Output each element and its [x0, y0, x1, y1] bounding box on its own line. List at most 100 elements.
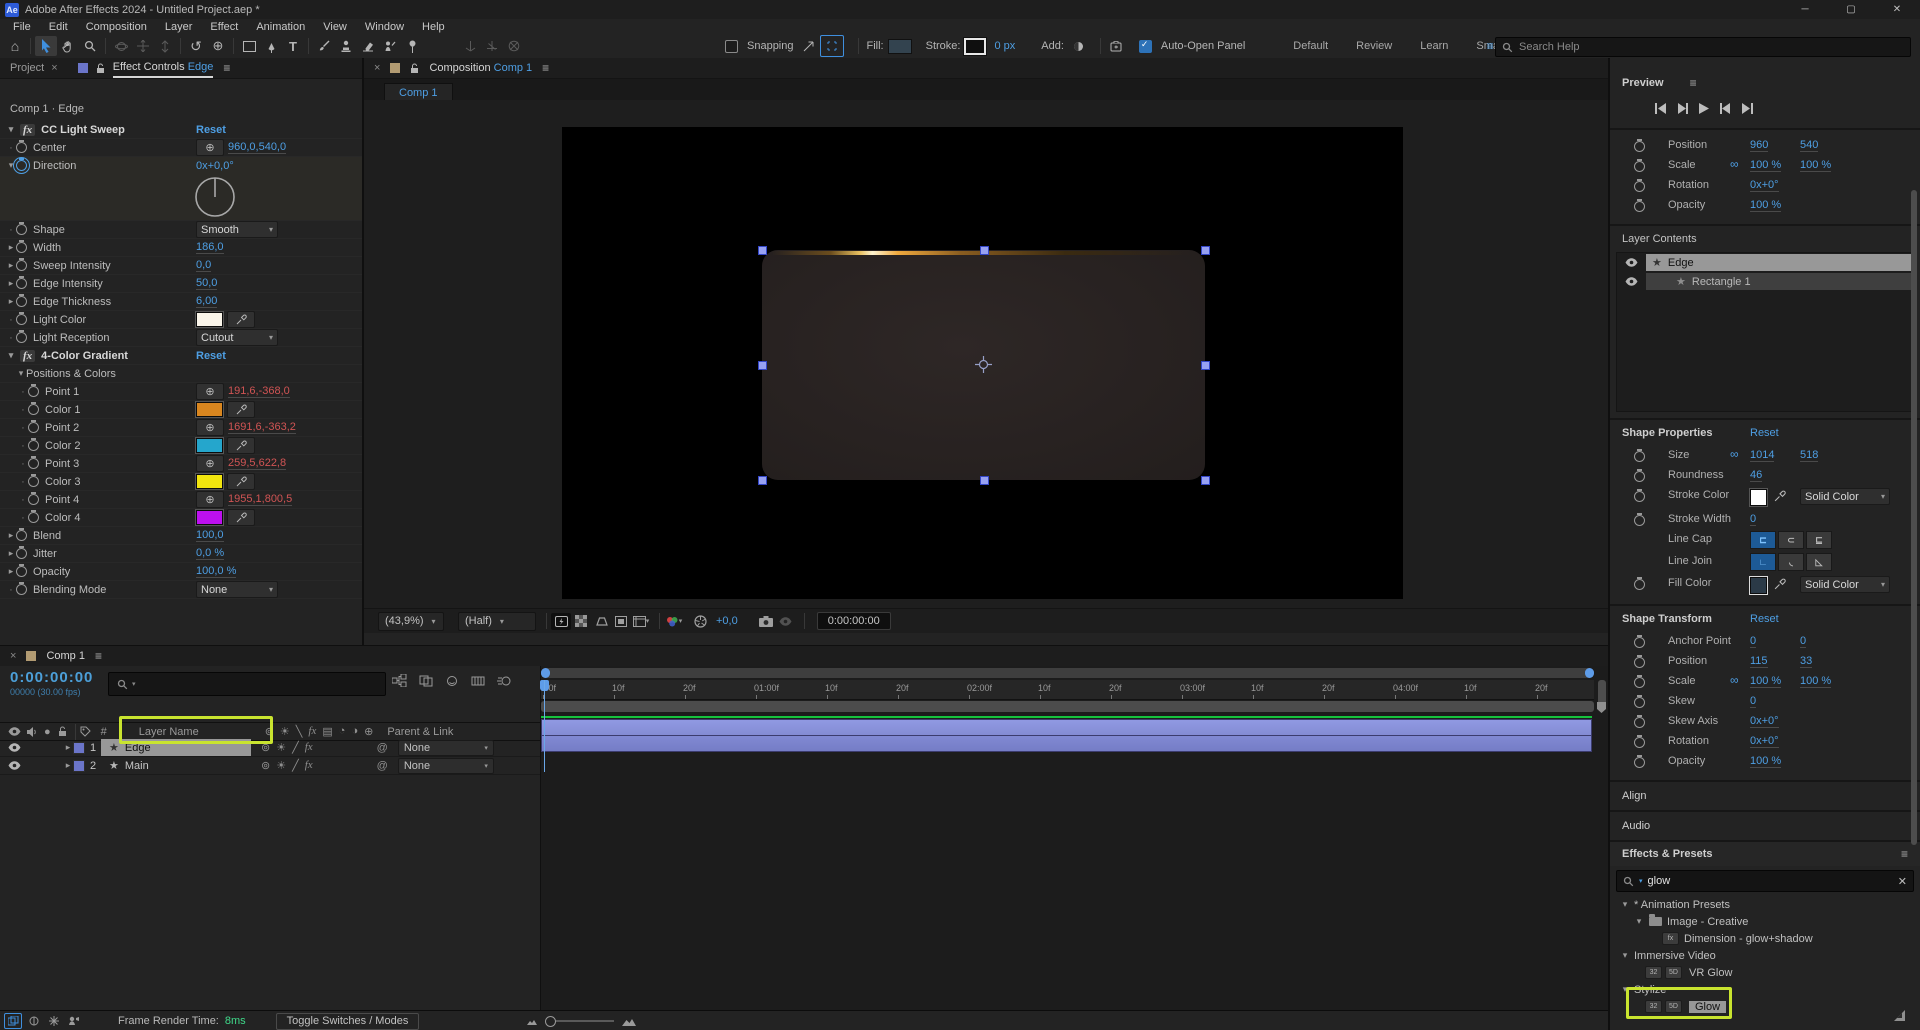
stopwatch-icon[interactable]: [28, 402, 39, 415]
shape-dropdown[interactable]: Smooth ▾: [196, 221, 278, 238]
rotation-value[interactable]: 0x+0°: [1750, 735, 1779, 748]
quality-switch-icon[interactable]: ╲: [296, 725, 303, 738]
stopwatch-icon[interactable]: [1634, 469, 1645, 482]
menu-item[interactable]: Effect: [201, 21, 247, 33]
link-icon[interactable]: ∞: [1730, 674, 1739, 686]
panel-menu-icon[interactable]: ≡: [1690, 76, 1697, 90]
timeline-search-input[interactable]: ▾: [108, 672, 386, 696]
quality-icon[interactable]: ╱: [292, 759, 299, 772]
effects-switch-icon[interactable]: fx: [308, 725, 316, 738]
collapse-icon[interactable]: ☀: [276, 759, 286, 772]
layer-contents-edge[interactable]: ★ Edge: [1646, 254, 1913, 271]
twirl-icon[interactable]: ▾: [1634, 916, 1644, 927]
twirl-icon[interactable]: ▸: [63, 760, 73, 771]
effects-icon[interactable]: fx: [305, 759, 313, 772]
pick-whip-icon[interactable]: @: [377, 742, 388, 754]
twirl-icon[interactable]: ▾: [6, 350, 16, 361]
fx-icon[interactable]: fx: [20, 123, 36, 136]
next-frame-icon[interactable]: [1719, 102, 1731, 114]
size-h-value[interactable]: 518: [1800, 449, 1819, 462]
light-reception-dropdown[interactable]: Cutout ▾: [196, 329, 278, 346]
twirl-icon[interactable]: ▸: [6, 548, 16, 559]
collapse-icon[interactable]: ☀: [276, 741, 286, 754]
rotation-tool-icon[interactable]: ↺: [185, 36, 207, 56]
twirl-icon[interactable]: ▸: [6, 566, 16, 577]
glow-effect-selected[interactable]: Glow: [1689, 1000, 1727, 1013]
jitter-value[interactable]: 0,0 %: [196, 547, 225, 560]
unlock-icon[interactable]: [410, 63, 419, 74]
threed-switch-icon[interactable]: ⊕: [364, 725, 373, 738]
add-options-icon[interactable]: [1068, 36, 1090, 56]
channel-views-icon[interactable]: ▾: [664, 613, 684, 630]
time-navigator[interactable]: [541, 668, 1594, 678]
eyedropper-icon[interactable]: [227, 509, 255, 526]
stopwatch-icon[interactable]: [16, 528, 27, 541]
eye-icon[interactable]: [1625, 277, 1638, 286]
zoom-out-mountain-icon[interactable]: [527, 1018, 538, 1025]
reset-link[interactable]: Reset: [1750, 613, 1779, 625]
reset-link[interactable]: Reset: [196, 124, 226, 136]
reset-link[interactable]: Reset: [1750, 427, 1779, 439]
panel-menu-icon[interactable]: ≡: [1901, 847, 1908, 861]
stopwatch-icon[interactable]: [1634, 695, 1645, 708]
link-icon[interactable]: ∞: [1730, 448, 1739, 460]
menu-item[interactable]: Edit: [40, 21, 77, 33]
workspace-item[interactable]: Review: [1356, 40, 1392, 52]
tree-item-vr-glow[interactable]: 32 5D VR Glow: [1610, 964, 1920, 981]
panel-menu-icon[interactable]: ≡: [95, 649, 102, 663]
stopwatch-icon[interactable]: [28, 384, 39, 397]
zoom-slider[interactable]: [545, 1015, 615, 1027]
audio-column-speaker-icon[interactable]: [27, 726, 37, 737]
anchor-y-value[interactable]: 0: [1800, 635, 1807, 648]
layer-row-edge[interactable]: ▸ 1 ★ Edge ⊚ ☀ ╱ fx @ None ▾: [0, 739, 540, 757]
right-panel-scrollbar[interactable]: [1911, 190, 1917, 845]
light-color-swatch[interactable]: [195, 311, 224, 328]
gradient-color-swatch[interactable]: [195, 401, 224, 418]
opacity-value[interactable]: 100,0 %: [196, 565, 237, 578]
type-tool-icon[interactable]: T: [282, 36, 304, 56]
selection-handle[interactable]: [1201, 246, 1210, 255]
position-x-value[interactable]: 960: [1750, 139, 1769, 152]
auto-open-panel-checkbox[interactable]: [1138, 39, 1152, 53]
panel-grip-icon[interactable]: [1893, 1009, 1906, 1022]
direction-value[interactable]: 0x+0,0°: [196, 160, 234, 172]
clear-search-icon[interactable]: ✕: [1898, 875, 1907, 888]
opacity-value[interactable]: 100 %: [1750, 199, 1782, 212]
selection-handle[interactable]: [980, 476, 989, 485]
point-picker-icon[interactable]: ⊕: [196, 419, 224, 436]
selection-handle[interactable]: [1201, 361, 1210, 370]
transparency-grid-icon[interactable]: [571, 613, 591, 630]
stopwatch-icon[interactable]: [28, 456, 39, 469]
stopwatch-icon[interactable]: [16, 546, 27, 559]
quality-icon[interactable]: ╱: [292, 741, 299, 754]
brush-tool-icon[interactable]: [313, 36, 335, 56]
adjustment-switch-icon[interactable]: ◑: [351, 725, 358, 738]
eyedropper-icon[interactable]: [1774, 578, 1786, 590]
point-picker-icon[interactable]: ⊕: [196, 383, 224, 400]
effects-presets-header[interactable]: Effects & Presets ≡: [1610, 842, 1920, 866]
sweep-intensity-value[interactable]: 0,0: [196, 259, 212, 272]
close-icon[interactable]: ×: [10, 650, 16, 662]
stopwatch-icon[interactable]: [16, 140, 27, 153]
opacity-value[interactable]: 100 %: [1750, 755, 1782, 768]
hand-tool-icon[interactable]: [57, 36, 79, 56]
stroke-color-swatch[interactable]: [963, 36, 988, 56]
tree-item-animation-presets[interactable]: ▾ * Animation Presets: [1610, 896, 1920, 913]
zoom-in-mountain-icon[interactable]: [622, 1017, 637, 1026]
puppet-pin-tool-icon[interactable]: [401, 36, 423, 56]
size-w-value[interactable]: 1014: [1750, 449, 1775, 462]
time-ruler[interactable]: :00f10f20f01:00f10f20f02:00f10f20f03:00f…: [541, 680, 1594, 700]
stopwatch-icon[interactable]: [28, 492, 39, 505]
roto-brush-tool-icon[interactable]: [379, 36, 401, 56]
twirl-icon[interactable]: ▸: [6, 260, 16, 271]
menu-item[interactable]: Layer: [156, 21, 202, 33]
zoom-tool-icon[interactable]: [79, 36, 101, 56]
scale-y-value[interactable]: 100 %: [1800, 159, 1832, 172]
draft-3d-icon[interactable]: [419, 675, 433, 687]
toggle-switches-modes-button[interactable]: Toggle Switches / Modes: [275, 1012, 420, 1030]
mask-visibility-icon[interactable]: [591, 613, 611, 630]
stopwatch-icon[interactable]: [16, 222, 27, 235]
center-value[interactable]: 960,0,540,0: [228, 141, 287, 154]
eye-icon[interactable]: [1625, 258, 1638, 267]
composition-viewer[interactable]: [364, 100, 1608, 608]
